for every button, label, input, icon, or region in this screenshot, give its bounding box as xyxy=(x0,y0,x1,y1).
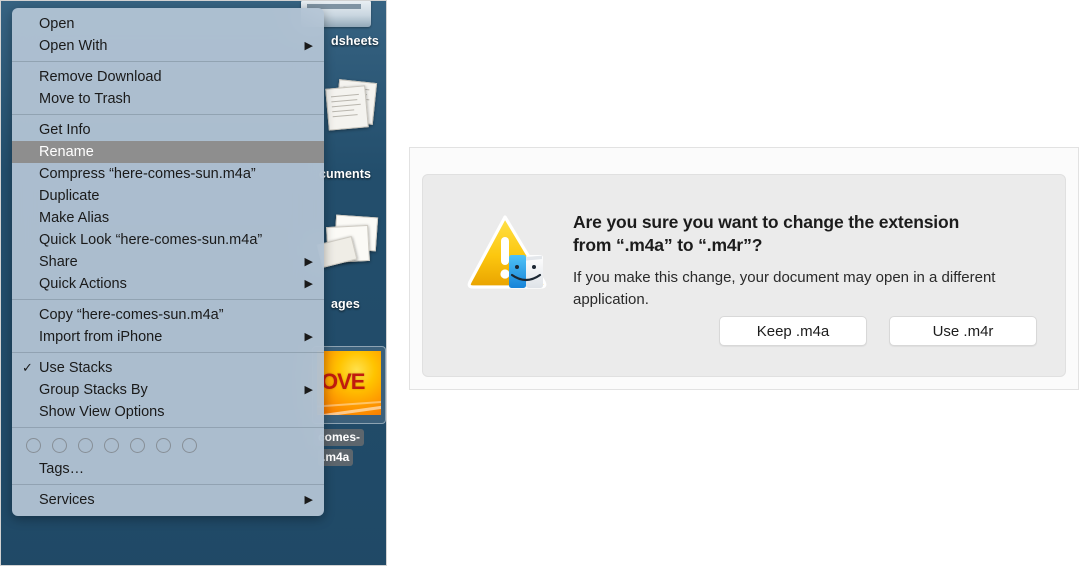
menu-item-compress-here-comes-sun-m4a[interactable]: Compress “here-comes-sun.m4a” xyxy=(12,163,324,185)
submenu-arrow-icon: ▶ xyxy=(304,256,313,268)
tag-color-dot[interactable] xyxy=(52,437,67,453)
menu-item-open[interactable]: Open xyxy=(12,13,324,35)
submenu-arrow-icon: ▶ xyxy=(304,331,313,343)
menu-item-duplicate[interactable]: Duplicate xyxy=(12,185,324,207)
alert-title: Are you sure you want to change the exte… xyxy=(573,212,960,255)
tag-color-dot[interactable] xyxy=(182,437,197,453)
menu-item-label: Get Info xyxy=(39,122,91,138)
tag-color-dot[interactable] xyxy=(156,437,171,453)
documents-stack-icon[interactable] xyxy=(323,79,379,131)
menu-item-label: Import from iPhone xyxy=(39,329,163,345)
menu-item-label: Share xyxy=(39,254,78,270)
menu-item-label: Group Stacks By xyxy=(39,382,148,398)
tag-color-dot[interactable] xyxy=(78,437,93,453)
menu-separator xyxy=(12,114,324,115)
submenu-arrow-icon: ▶ xyxy=(304,494,313,506)
menu-item-quick-actions[interactable]: Quick Actions ▶ xyxy=(12,273,324,295)
menu-item-label: Rename xyxy=(39,144,94,160)
use-extension-button[interactable]: Use .m4r xyxy=(889,316,1037,346)
album-artwork: OVE xyxy=(317,351,381,415)
menu-item-label: Services xyxy=(39,492,95,508)
menu-separator xyxy=(12,427,324,428)
menu-item-label: Quick Actions xyxy=(39,276,127,292)
menu-item-open-with[interactable]: Open With ▶ xyxy=(12,35,324,57)
menu-item-share[interactable]: Share ▶ xyxy=(12,251,324,273)
menu-item-label: Use Stacks xyxy=(39,360,113,376)
menu-item-label: Quick Look “here-comes-sun.m4a” xyxy=(39,232,263,248)
menu-item-copy-here-comes-sun-m4a[interactable]: Copy “here-comes-sun.m4a” xyxy=(12,304,324,326)
tag-color-dot[interactable] xyxy=(130,437,145,453)
menu-item-use-stacks[interactable]: ✓ Use Stacks xyxy=(12,357,324,379)
menu-item-make-alias[interactable]: Make Alias xyxy=(12,207,324,229)
menu-item-move-to-trash[interactable]: Move to Trash xyxy=(12,88,324,110)
macos-desktop-screenshot: OVE comes- .m4a dsheets cuments ages Ope… xyxy=(0,0,387,566)
menu-item-label: Duplicate xyxy=(39,188,100,204)
menu-item-quick-look-here-comes-sun-m4a[interactable]: Quick Look “here-comes-sun.m4a” xyxy=(12,229,324,251)
menu-item-rename[interactable]: Rename xyxy=(12,141,324,163)
menu-separator xyxy=(12,352,324,353)
stack-label-images: ages xyxy=(331,297,360,311)
menu-item-label: Make Alias xyxy=(39,210,110,226)
menu-item-group-stacks-by[interactable]: Group Stacks By ▶ xyxy=(12,379,324,401)
images-stack-icon[interactable] xyxy=(316,214,379,268)
menu-separator xyxy=(12,299,324,300)
menu-item-get-info[interactable]: Get Info xyxy=(12,119,324,141)
submenu-arrow-icon: ▶ xyxy=(304,40,313,52)
menu-item-label: Open With xyxy=(39,38,108,54)
warning-triangle-with-finder-badge-icon xyxy=(465,211,553,295)
menu-item-services[interactable]: Services ▶ xyxy=(12,489,324,511)
menu-item-import-from-iphone[interactable]: Import from iPhone ▶ xyxy=(12,326,324,348)
extension-change-alert-window: Are you sure you want to change the exte… xyxy=(409,147,1079,390)
menu-item-label: Show View Options xyxy=(39,404,165,420)
menu-item-label: Remove Download xyxy=(39,69,162,85)
alert-message: If you make this change, your document m… xyxy=(573,269,996,308)
menu-separator xyxy=(12,61,324,62)
keep-extension-button[interactable]: Keep .m4a xyxy=(719,316,867,346)
tag-color-dot[interactable] xyxy=(26,437,41,453)
stack-label-documents: cuments xyxy=(319,167,372,181)
menu-item-label: Move to Trash xyxy=(39,91,131,107)
menu-separator xyxy=(12,484,324,485)
tag-color-dot[interactable] xyxy=(104,437,119,453)
menu-item-tags[interactable]: Tags… xyxy=(12,458,324,480)
menu-item-label: Compress “here-comes-sun.m4a” xyxy=(39,166,256,182)
alert-button-row: Keep .m4a Use .m4r xyxy=(719,316,1037,346)
checkmark-icon: ✓ xyxy=(22,360,33,375)
alert-text-block: Are you sure you want to change the exte… xyxy=(553,209,1025,376)
submenu-arrow-icon: ▶ xyxy=(304,278,313,290)
finder-context-menu[interactable]: Open Open With ▶ Remove Download Move to Tra… xyxy=(12,8,324,516)
menu-item-show-view-options[interactable]: Show View Options xyxy=(12,401,324,423)
album-art-text: OVE xyxy=(321,369,365,394)
menu-item-label: Open xyxy=(39,16,75,32)
menu-item-label: Tags… xyxy=(39,461,85,477)
tag-color-row[interactable] xyxy=(12,432,324,458)
menu-item-label: Copy “here-comes-sun.m4a” xyxy=(39,307,224,323)
menu-item-remove-download[interactable]: Remove Download xyxy=(12,66,324,88)
alert-panel: Are you sure you want to change the exte… xyxy=(422,174,1066,377)
stack-label-spreadsheets: dsheets xyxy=(331,34,379,48)
submenu-arrow-icon: ▶ xyxy=(304,384,313,396)
